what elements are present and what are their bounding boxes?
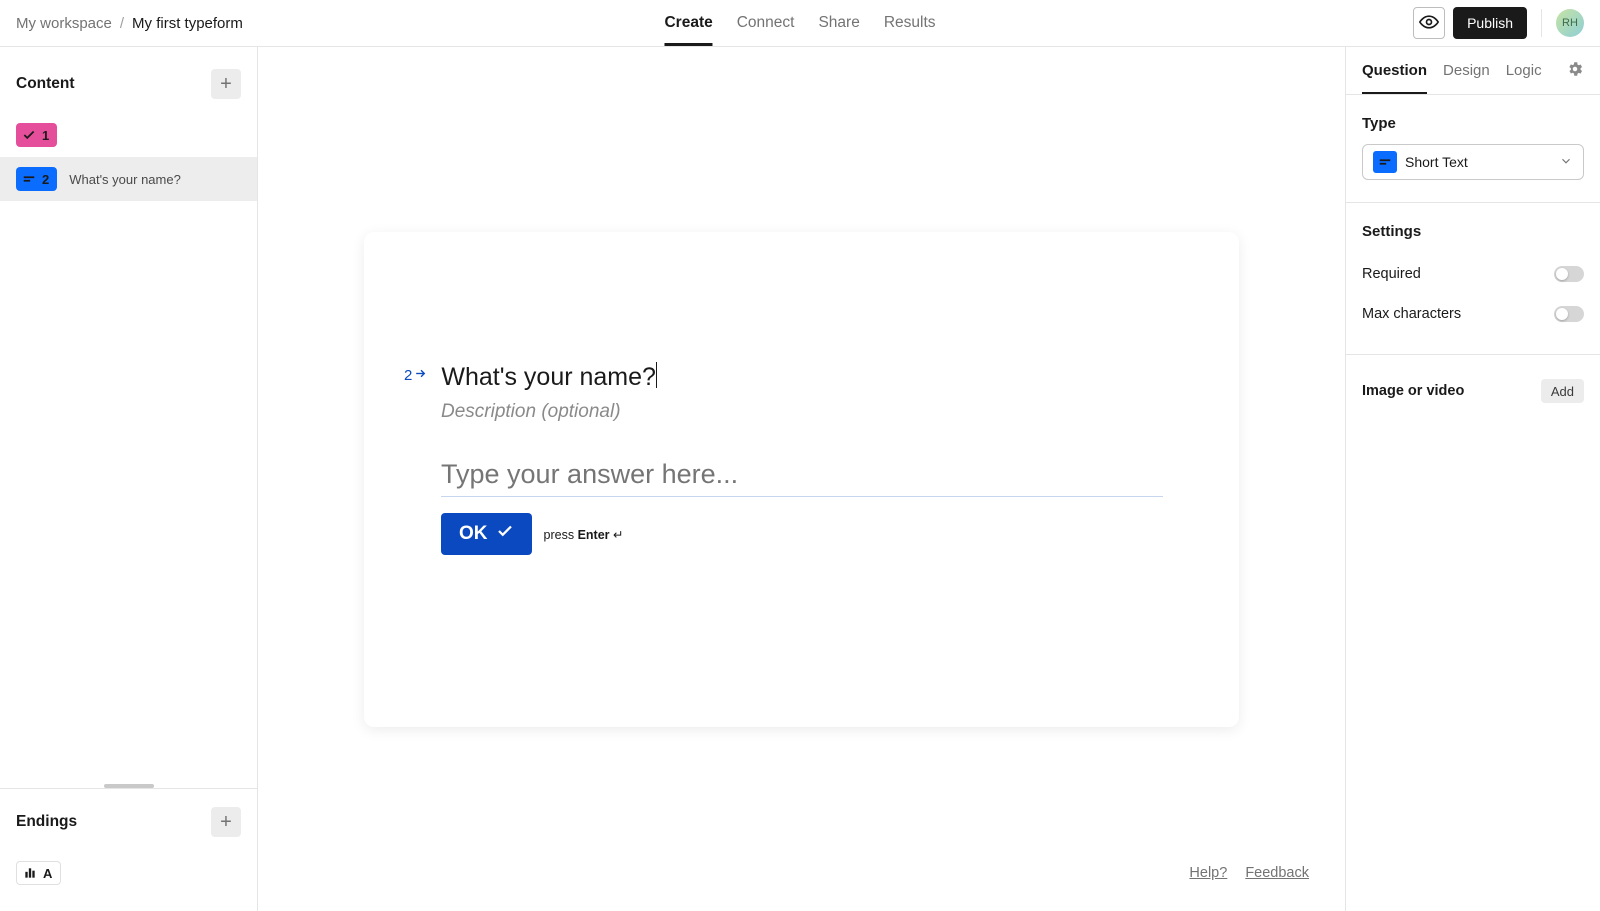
bars-icon (23, 866, 37, 880)
type-value: Short Text (1405, 154, 1468, 170)
endings-section-head: Endings + (0, 789, 257, 851)
gear-icon (1566, 65, 1584, 81)
enter-text: Enter (578, 528, 610, 542)
item-label-2: What's your name? (69, 172, 181, 187)
sidebar-left: Content + 1 2 (0, 47, 258, 911)
ending-chip: A (16, 861, 61, 885)
plus-icon: + (220, 74, 232, 94)
header-divider (1541, 9, 1542, 37)
right-tabs: Question Design Logic (1346, 47, 1600, 95)
sidebar-right: Question Design Logic Type Short Text (1345, 47, 1600, 911)
footer-links: Help? Feedback (1189, 865, 1309, 881)
content-title: Content (16, 75, 75, 93)
endings-title: Endings (16, 813, 77, 831)
tab-design[interactable]: Design (1443, 47, 1490, 94)
type-select[interactable]: Short Text (1362, 144, 1584, 180)
maxchars-label: Max characters (1362, 306, 1461, 322)
preview-button[interactable] (1413, 7, 1445, 39)
ok-button[interactable]: OK (441, 513, 532, 555)
arrow-right-icon (414, 367, 427, 384)
ending-item-a[interactable]: A (0, 851, 257, 895)
tab-question[interactable]: Question (1362, 47, 1427, 94)
add-content-button[interactable]: + (211, 69, 241, 99)
type-heading: Type (1362, 115, 1584, 132)
header: My workspace / My first typeform Create … (0, 0, 1600, 47)
required-toggle[interactable] (1554, 266, 1584, 282)
check-icon (22, 128, 36, 142)
chevron-down-icon (1559, 154, 1573, 171)
question-title-text: What's your name? (441, 363, 656, 391)
question-description-input[interactable]: Description (optional) (441, 401, 1163, 423)
tab-share[interactable]: Share (818, 0, 859, 46)
question-number: 2 (404, 362, 427, 384)
add-media-button[interactable]: Add (1541, 379, 1584, 403)
tab-results[interactable]: Results (884, 0, 936, 46)
help-link[interactable]: Help? (1189, 865, 1227, 881)
ok-label: OK (459, 523, 488, 545)
tab-create[interactable]: Create (664, 0, 712, 46)
item-num-1: 1 (42, 128, 49, 143)
answer-input[interactable] (441, 455, 1163, 497)
press-enter-hint: press Enter ↵ (544, 527, 624, 542)
item-chip-2: 2 (16, 167, 57, 191)
breadcrumb-form[interactable]: My first typeform (132, 15, 243, 32)
plus-icon: + (220, 812, 232, 832)
settings-heading: Settings (1362, 223, 1584, 240)
tab-logic[interactable]: Logic (1506, 47, 1542, 94)
content-section-head: Content + (0, 47, 257, 113)
maxchars-toggle[interactable] (1554, 306, 1584, 322)
canvas-wrap: 2 What's your name? Description (optiona… (258, 47, 1345, 911)
add-ending-button[interactable]: + (211, 807, 241, 837)
media-label: Image or video (1362, 383, 1464, 399)
question-title-input[interactable]: What's your name? (441, 362, 657, 393)
press-text: press (544, 528, 575, 542)
content-item-2[interactable]: 2 What's your name? (0, 157, 257, 201)
feedback-link[interactable]: Feedback (1245, 865, 1309, 881)
publish-button[interactable]: Publish (1453, 7, 1527, 39)
short-text-icon (22, 172, 36, 186)
item-num-2: 2 (42, 172, 49, 187)
return-icon: ↵ (613, 528, 623, 542)
ending-num: A (43, 866, 52, 881)
content-item-1[interactable]: 1 (0, 113, 257, 157)
question-number-value: 2 (404, 367, 412, 384)
question-canvas: 2 What's your name? Description (optiona… (364, 232, 1239, 727)
required-label: Required (1362, 266, 1421, 282)
tab-connect[interactable]: Connect (737, 0, 795, 46)
breadcrumb-workspace[interactable]: My workspace (16, 15, 112, 32)
item-chip-1: 1 (16, 123, 57, 147)
short-text-icon (1373, 151, 1397, 173)
header-right: Publish RH (1413, 7, 1584, 39)
header-tabs: Create Connect Share Results (664, 0, 935, 46)
check-icon (496, 522, 514, 546)
avatar[interactable]: RH (1556, 9, 1584, 37)
text-cursor (656, 362, 657, 388)
breadcrumb: My workspace / My first typeform (16, 15, 243, 32)
breadcrumb-separator: / (120, 15, 124, 32)
eye-icon (1419, 12, 1439, 35)
settings-gear-button[interactable] (1566, 60, 1584, 81)
